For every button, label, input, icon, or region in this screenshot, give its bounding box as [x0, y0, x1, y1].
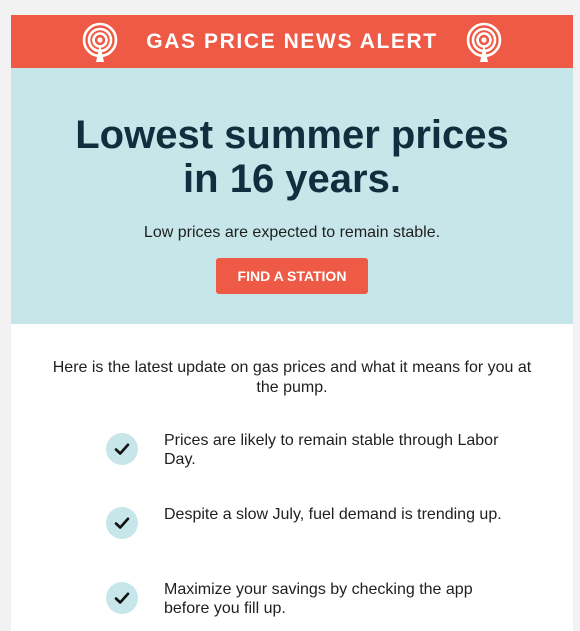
- check-icon: [106, 507, 138, 539]
- alert-banner: GAS PRICE NEWS ALERT: [11, 15, 573, 68]
- hero-subtitle: Low prices are expected to remain stable…: [143, 224, 441, 241]
- email-container: GAS PRICE NEWS ALERT Lowest summer price…: [11, 15, 573, 631]
- intro-text: Here is the latest update on gas prices …: [52, 359, 532, 396]
- hero-section: Lowest summer prices in 16 years. Low pr…: [11, 68, 573, 324]
- list-item: Despite a slow July, fuel demand is tren…: [106, 505, 506, 539]
- hero-title-line-1: Lowest summer prices: [75, 113, 509, 157]
- list-item-text: Prices are likely to remain stable throu…: [164, 432, 499, 468]
- check-icon: [106, 433, 138, 465]
- update-section: Here is the latest update on gas prices …: [11, 324, 573, 617]
- list-item-text: Despite a slow July, fuel demand is tren…: [164, 506, 502, 523]
- list-item: Maximize your savings by checking the ap…: [106, 580, 506, 618]
- list-item: Prices are likely to remain stable throu…: [106, 431, 506, 469]
- check-icon: [106, 582, 138, 614]
- radio-tower-icon: [82, 22, 118, 62]
- radio-tower-icon: [466, 22, 502, 62]
- hero-title: Lowest summer prices in 16 years.: [11, 68, 573, 201]
- list-item-text: Maximize your savings by checking the ap…: [164, 581, 473, 617]
- hero-title-line-2: in 16 years.: [183, 157, 401, 201]
- banner-title: GAS PRICE NEWS ALERT: [146, 29, 438, 53]
- find-station-button[interactable]: FIND A STATION: [216, 258, 368, 294]
